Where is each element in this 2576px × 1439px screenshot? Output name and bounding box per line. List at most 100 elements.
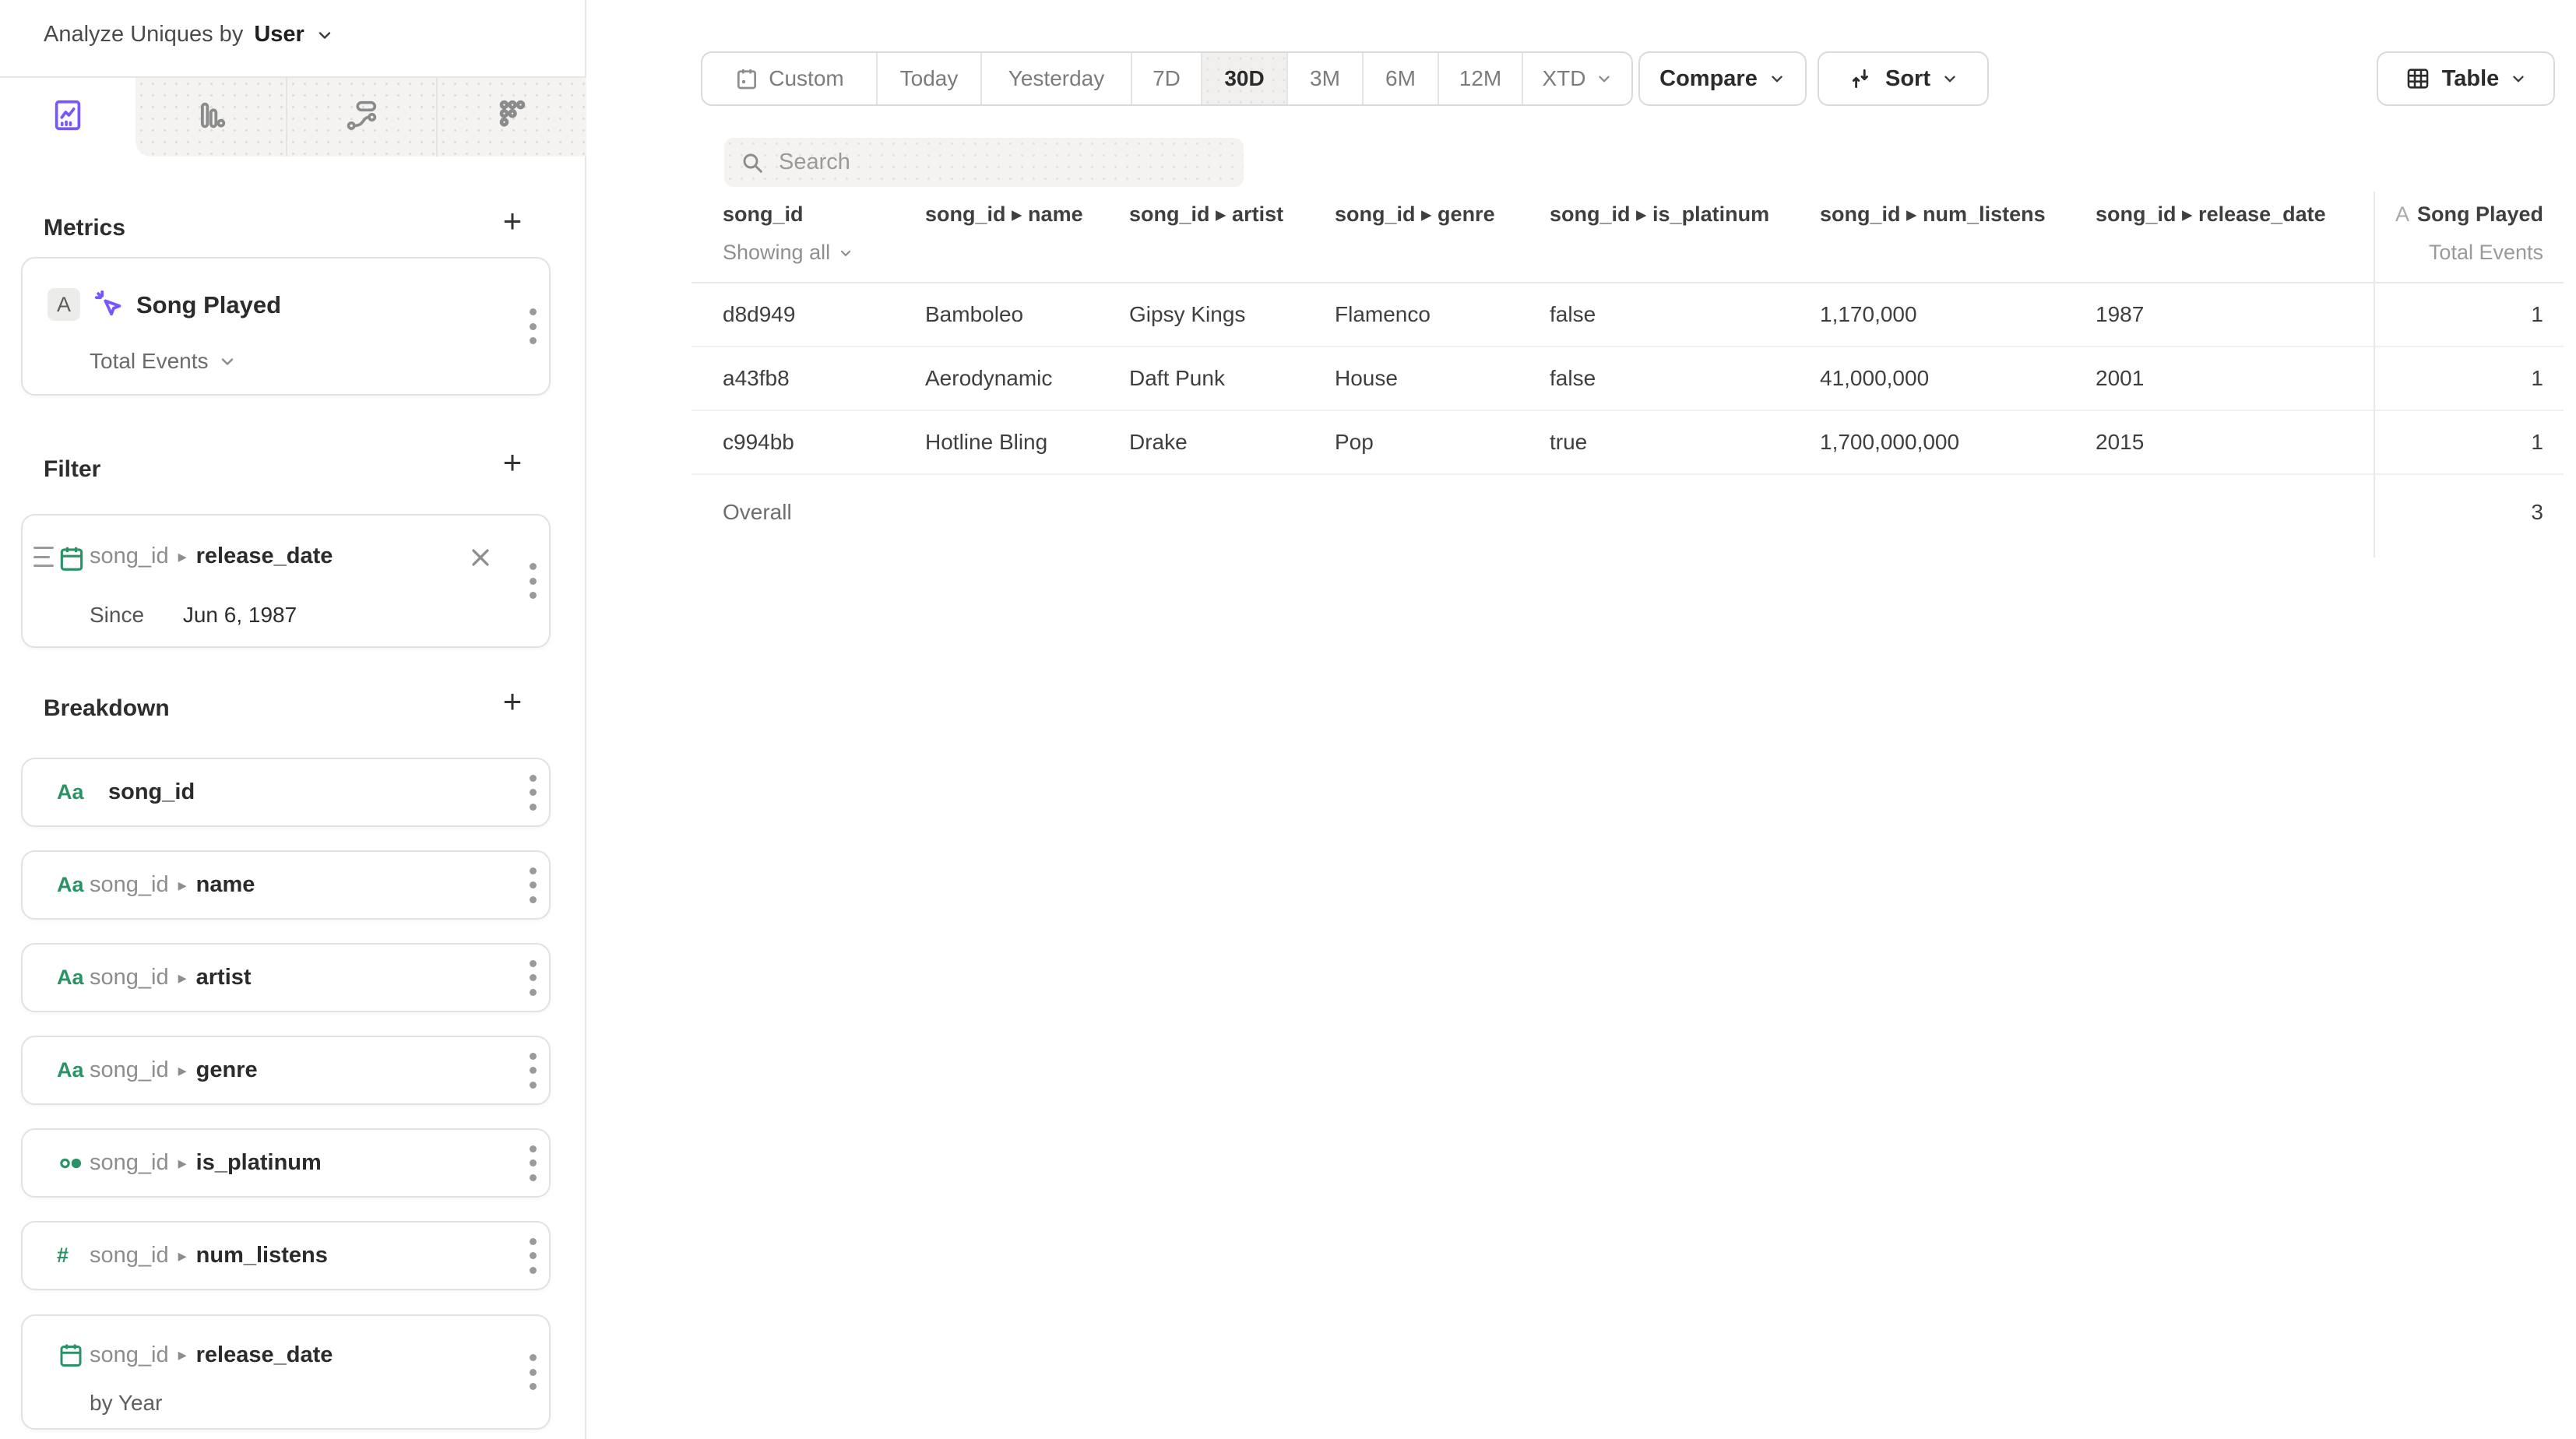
date-range-label: 12M [1459, 66, 1501, 91]
column-header[interactable]: song_id ▸ genre [1304, 202, 1519, 227]
property-arrow-icon: ▸ [178, 547, 187, 567]
tab-line-chart[interactable] [0, 78, 135, 157]
date-range-3m[interactable]: 3M [1286, 53, 1362, 104]
view-type-button[interactable]: Table [2377, 51, 2555, 106]
column-header[interactable]: song_id ▸ release_date [2064, 202, 2374, 227]
view-type-label: Table [2442, 66, 2500, 92]
breakdown-heading: Breakdown [44, 695, 170, 722]
cell-name: Bamboleo [894, 302, 1098, 327]
tab-metric-grid[interactable] [436, 78, 586, 157]
breakdown-property-name: song_id [108, 779, 195, 805]
report-main-area: Custom Today Yesterday 7D 30D 3M 6M 12M … [588, 0, 2576, 1439]
date-range-7d[interactable]: 7D [1131, 53, 1201, 104]
table-grid-icon [2405, 65, 2431, 92]
chevron-down-icon[interactable] [315, 26, 334, 44]
breakdown-bucket-label[interactable]: by Year [90, 1391, 162, 1416]
filter-property-name[interactable]: release_date [196, 544, 333, 569]
column-header[interactable]: song_id ▸ num_listens [1789, 202, 2064, 227]
table-row[interactable]: d8d949 Bamboleo Gipsy Kings Flamenco fal… [692, 283, 2564, 347]
search-input[interactable] [777, 149, 1228, 176]
cell-num-listens: 41,000,000 [1789, 366, 2064, 391]
date-range-label: 3M [1310, 66, 1340, 91]
metric-aggregation-dropdown[interactable]: Total Events [90, 349, 237, 374]
breakdown-card-artist[interactable]: Aa song_id ▸ artist [21, 943, 551, 1012]
breakdown-card-song-id[interactable]: Aa song_id [21, 758, 551, 827]
add-metric-button[interactable]: + [495, 204, 530, 238]
breakdown-kebab-menu[interactable] [529, 775, 537, 811]
number-property-icon: # [57, 1240, 91, 1272]
cell-num-listens: 1,170,000 [1789, 302, 2064, 327]
breakdown-card-release-date[interactable]: song_id ▸ release_date by Year [21, 1314, 551, 1430]
date-range-xtd[interactable]: XTD [1522, 53, 1631, 104]
compare-button[interactable]: Compare [1638, 51, 1807, 106]
filter-value[interactable]: Jun 6, 1987 [183, 603, 297, 627]
breakdown-prefix: song_id [90, 872, 169, 898]
date-range-custom[interactable]: Custom [702, 53, 876, 104]
breakdown-kebab-menu[interactable] [529, 867, 537, 903]
column-header[interactable]: song_id [692, 202, 894, 227]
cell-artist: Gipsy Kings [1098, 302, 1304, 327]
table-header: song_id song_id ▸ name song_id ▸ artist … [692, 192, 2564, 283]
date-range-label: Yesterday [1008, 66, 1105, 91]
cell-artist: Daft Punk [1098, 366, 1304, 391]
column-header[interactable]: song_id ▸ is_platinum [1519, 202, 1789, 227]
filter-heading: Filter [44, 456, 100, 483]
event-cursor-icon [91, 287, 127, 322]
breakdown-kebab-menu[interactable] [529, 1053, 537, 1089]
date-range-label: 7D [1153, 66, 1181, 91]
breakdown-prefix: song_id [90, 1342, 169, 1368]
breakdown-card-name[interactable]: Aa song_id ▸ name [21, 850, 551, 920]
date-range-today[interactable]: Today [876, 53, 980, 104]
drag-handle-icon[interactable] [33, 547, 54, 567]
breakdown-card-genre[interactable]: Aa song_id ▸ genre [21, 1036, 551, 1105]
cell-song-id: d8d949 [692, 302, 894, 327]
date-range-yesterday[interactable]: Yesterday [980, 53, 1131, 104]
cell-song-id: a43fb8 [692, 366, 894, 391]
breakdown-kebab-menu[interactable] [529, 960, 537, 996]
filter-kebab-menu[interactable] [529, 563, 537, 599]
breakdown-card-is-platinum[interactable]: song_id ▸ is_platinum [21, 1128, 551, 1198]
chevron-down-icon [2510, 70, 2527, 87]
metric-column-header[interactable]: ASong Played [2374, 202, 2564, 227]
column-header[interactable]: song_id ▸ name [894, 202, 1098, 227]
table-row[interactable]: c994bb Hotline Bling Drake Pop true 1,70… [692, 411, 2564, 475]
metric-card[interactable]: A Song Played Total Events [21, 257, 551, 396]
breakdown-kebab-menu[interactable] [529, 1145, 537, 1181]
date-range-12m[interactable]: 12M [1438, 53, 1522, 104]
tab-bar-chart[interactable] [135, 78, 286, 157]
cell-metric-value: 1 [2374, 366, 2564, 391]
sort-arrows-icon [1848, 65, 1874, 92]
metric-kebab-menu[interactable] [529, 308, 537, 344]
query-builder-sidebar: Analyze Uniques by User [0, 0, 586, 1439]
cell-genre: House [1304, 366, 1519, 391]
metrics-heading: Metrics [44, 215, 125, 241]
chevron-down-icon [1768, 70, 1786, 87]
date-range-label: XTD [1543, 66, 1586, 91]
text-property-icon: Aa [57, 777, 91, 808]
column-header[interactable]: song_id ▸ artist [1098, 202, 1304, 227]
metric-event-name[interactable]: Song Played [136, 291, 281, 319]
metric-column-subheader: Total Events [2374, 241, 2564, 265]
property-arrow-icon: ▸ [178, 1153, 187, 1173]
sort-button[interactable]: Sort [1818, 51, 1989, 106]
breakdown-kebab-menu[interactable] [529, 1354, 537, 1390]
breakdown-property-name: release_date [196, 1342, 333, 1368]
cell-release-date: 2015 [2064, 430, 2374, 455]
analyze-entity-dropdown[interactable]: User [254, 22, 304, 47]
showing-all-dropdown[interactable]: Showing all [692, 241, 2374, 265]
cell-genre: Flamenco [1304, 302, 1519, 327]
overall-label: Overall [692, 500, 2374, 525]
date-range-30d[interactable]: 30D [1201, 53, 1286, 104]
breakdown-kebab-menu[interactable] [529, 1238, 537, 1274]
date-range-6m[interactable]: 6M [1362, 53, 1438, 104]
filter-operator[interactable]: Since [90, 603, 144, 627]
tab-flow-chart[interactable] [286, 78, 436, 157]
remove-filter-icon[interactable] [466, 544, 494, 572]
cell-is-platinum: false [1519, 302, 1789, 327]
breakdown-prefix: song_id [90, 1243, 169, 1268]
add-breakdown-button[interactable]: + [495, 684, 530, 719]
filter-card[interactable]: song_id ▸ release_date Since Jun 6, 1987 [21, 514, 551, 648]
table-row[interactable]: a43fb8 Aerodynamic Daft Punk House false… [692, 347, 2564, 411]
add-filter-button[interactable]: + [495, 445, 530, 480]
breakdown-card-num-listens[interactable]: # song_id ▸ num_listens [21, 1221, 551, 1290]
